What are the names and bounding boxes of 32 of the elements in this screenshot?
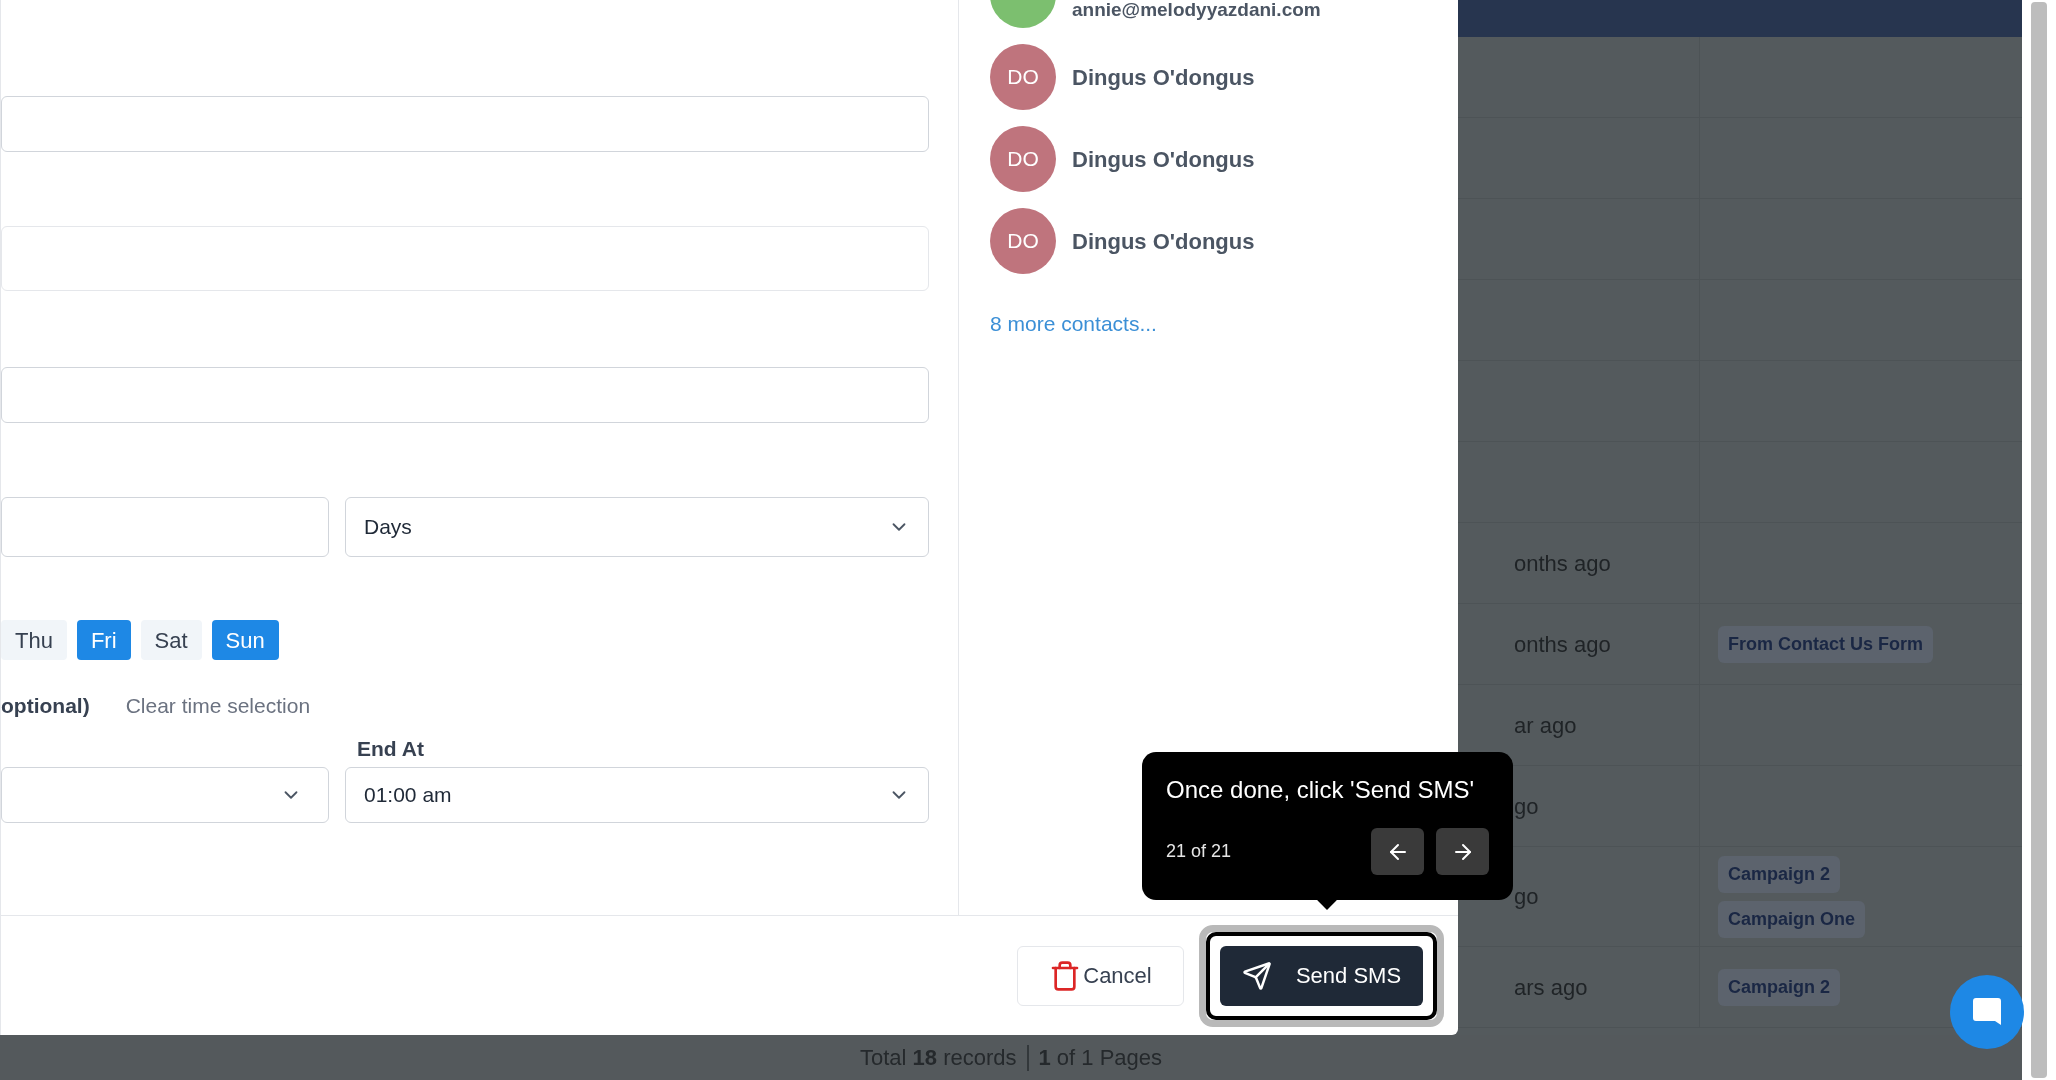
start-time-select[interactable]: [1, 767, 329, 823]
number-field[interactable]: [1, 497, 329, 557]
interval-unit-select[interactable]: Days: [345, 497, 929, 557]
send-icon: [1241, 960, 1272, 991]
end-at-label: End At: [357, 737, 424, 760]
day-toggle[interactable]: Sun: [211, 620, 279, 660]
tag: Campaign 2: [1718, 968, 1841, 1006]
previous-button[interactable]: [1371, 828, 1424, 875]
day-toggle[interactable]: Sat: [140, 620, 202, 660]
contact-name: Dingus O'dongus: [1072, 145, 1255, 174]
avatar: DO: [990, 44, 1056, 110]
cancel-button[interactable]: Cancel: [1017, 945, 1184, 1006]
next-button[interactable]: [1436, 828, 1489, 875]
day-toggle[interactable]: Fri: [76, 620, 131, 660]
tag: Campaign 2: [1718, 855, 1841, 893]
text-field[interactable]: [1, 226, 929, 291]
step-counter: 21 of 21: [1166, 840, 1232, 863]
tag: Campaign One: [1718, 900, 1866, 938]
end-time-select[interactable]: 01:00 am: [345, 767, 929, 823]
day-toggle[interactable]: Thu: [1, 620, 67, 660]
text-field[interactable]: [1, 367, 929, 423]
time-label: optional): [1, 693, 90, 720]
contact-name: annie@melodyyazdani.com: [1072, 0, 1321, 22]
avatar: DO: [990, 208, 1056, 274]
send-sms-button[interactable]: Send SMS: [1220, 945, 1423, 1006]
contact-name: Dingus O'dongus: [1072, 227, 1255, 256]
tag: From Contact Us Form: [1718, 625, 1933, 663]
text-field[interactable]: [1, 96, 929, 152]
clear-time-link[interactable]: Clear time selection: [125, 690, 311, 722]
avatar: DO: [990, 126, 1056, 192]
tooltip-text: Once done, click 'Send SMS': [1166, 775, 1475, 805]
contact-name: Dingus O'dongus: [1072, 63, 1255, 92]
